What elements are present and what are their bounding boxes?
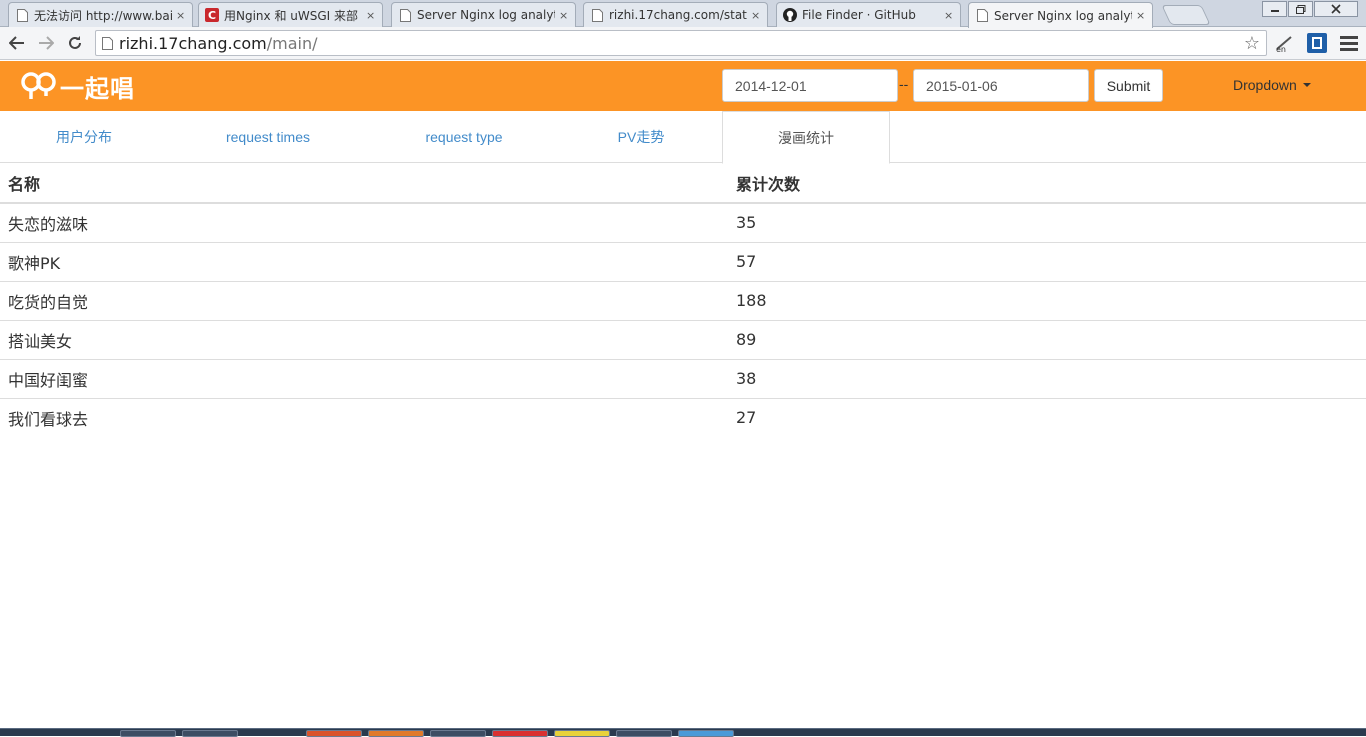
- page-icon: [590, 8, 604, 22]
- cell-name: 歌神PK: [0, 241, 728, 281]
- logo[interactable]: 一起唱: [20, 69, 135, 103]
- extension-icon[interactable]: [1306, 32, 1328, 54]
- window-close-icon[interactable]: [1314, 1, 1358, 17]
- cell-name: 我们看球去: [0, 397, 728, 437]
- svg-text:en: en: [1276, 45, 1286, 53]
- logo-mark-icon: [20, 71, 56, 101]
- page-icon: [15, 8, 29, 22]
- cell-name: 中国好闺蜜: [0, 358, 728, 398]
- browser-tab-title: 无法访问 http://www.bai: [34, 8, 172, 23]
- column-header-count: 累计次数: [728, 163, 1366, 204]
- close-icon[interactable]: ×: [944, 9, 954, 22]
- url-path: /main/: [266, 33, 318, 53]
- cell-count: 35: [728, 202, 1366, 242]
- browser-tab-title: rizhi.17chang.com/static: [609, 8, 747, 22]
- close-icon[interactable]: ×: [366, 9, 376, 22]
- end-date-input[interactable]: [913, 69, 1089, 102]
- page-icon: [975, 9, 989, 23]
- table-row: 搭讪美女 89: [0, 319, 1366, 359]
- github-icon: [783, 8, 797, 22]
- browser-tab-title: 用Nginx 和 uWSGI 来部: [224, 8, 359, 23]
- table-header-row: 名称 累计次数: [0, 163, 1366, 204]
- cell-count: 27: [728, 397, 1366, 437]
- tab-request-times[interactable]: request times: [168, 111, 368, 163]
- reload-icon[interactable]: [63, 31, 87, 55]
- os-taskbar: [0, 728, 1366, 737]
- browser-tab-title: File Finder · GitHub: [802, 8, 916, 22]
- tab-comic-stats[interactable]: 漫画统计: [722, 111, 890, 164]
- forward-icon[interactable]: [34, 31, 58, 55]
- browser-toolbar: rizhi.17chang.com/main/ ☆ en: [0, 27, 1366, 60]
- cell-count: 38: [728, 358, 1366, 398]
- browser-tab[interactable]: Server Nginx log analyt ×: [391, 2, 576, 27]
- table-row: 我们看球去 27: [0, 397, 1366, 437]
- app-header: 一起唱 -- Submit Dropdown: [0, 61, 1366, 111]
- new-tab-button[interactable]: [1161, 5, 1211, 25]
- page-icon: [102, 36, 113, 50]
- close-icon[interactable]: ×: [751, 9, 761, 22]
- table-row: 失恋的滋味 35: [0, 202, 1366, 242]
- browser-tab-title: Server Nginx log analyt: [417, 8, 555, 22]
- nav-tabs: 用户分布 request times request type PV走势 漫画统…: [0, 111, 1366, 164]
- table-row: 中国好闺蜜 38: [0, 358, 1366, 398]
- tab-user-distribution[interactable]: 用户分布: [0, 111, 168, 163]
- page-icon: [398, 8, 412, 22]
- cell-count: 188: [728, 280, 1366, 320]
- close-icon[interactable]: ×: [176, 9, 186, 22]
- browser-tab[interactable]: 无法访问 http://www.bai ×: [8, 2, 193, 27]
- tab-pv-trend[interactable]: PV走势: [560, 111, 722, 163]
- svg-text:C: C: [208, 9, 216, 22]
- start-date-input[interactable]: [722, 69, 898, 102]
- csdn-icon: C: [205, 8, 219, 22]
- cell-name: 搭讪美女: [0, 319, 728, 359]
- dropdown-toggle[interactable]: Dropdown: [1233, 77, 1311, 93]
- url-host: rizhi.17chang.com: [119, 33, 267, 53]
- dropdown-label: Dropdown: [1233, 77, 1297, 93]
- menu-icon[interactable]: [1338, 32, 1360, 54]
- caret-down-icon: [1302, 83, 1311, 87]
- back-icon[interactable]: [5, 31, 29, 55]
- date-separator: --: [899, 76, 909, 92]
- address-bar[interactable]: rizhi.17chang.com/main/ ☆: [95, 30, 1267, 56]
- maximize-icon[interactable]: [1288, 1, 1313, 17]
- tab-request-type[interactable]: request type: [368, 111, 560, 163]
- table-row: 歌神PK 57: [0, 241, 1366, 281]
- translate-extension-icon[interactable]: en: [1274, 32, 1296, 54]
- cell-count: 89: [728, 319, 1366, 359]
- browser-tab-strip: 无法访问 http://www.bai × C 用Nginx 和 uWSGI 来…: [0, 0, 1366, 28]
- browser-tab-title: Server Nginx log analyt: [994, 8, 1132, 23]
- cell-name: 失恋的滋味: [0, 202, 728, 242]
- cell-count: 57: [728, 241, 1366, 281]
- column-header-name: 名称: [0, 163, 728, 204]
- browser-tab[interactable]: rizhi.17chang.com/static ×: [583, 2, 768, 27]
- close-icon[interactable]: ×: [1136, 9, 1146, 22]
- logo-text: 一起唱: [60, 74, 135, 103]
- browser-tab-active[interactable]: Server Nginx log analyt ×: [968, 2, 1153, 28]
- close-icon[interactable]: ×: [559, 9, 569, 22]
- bookmark-star-icon[interactable]: ☆: [1244, 33, 1260, 54]
- table-row: 吃货的自觉 188: [0, 280, 1366, 320]
- browser-tab[interactable]: C 用Nginx 和 uWSGI 来部 ×: [198, 2, 383, 27]
- browser-tab[interactable]: File Finder · GitHub ×: [776, 2, 961, 27]
- minimize-icon[interactable]: [1262, 1, 1287, 17]
- cell-name: 吃货的自觉: [0, 280, 728, 320]
- stats-table: 名称 累计次数 失恋的滋味 35 歌神PK 57 吃货的自觉 188 搭讪美女 …: [0, 163, 1366, 437]
- submit-button[interactable]: Submit: [1094, 69, 1163, 102]
